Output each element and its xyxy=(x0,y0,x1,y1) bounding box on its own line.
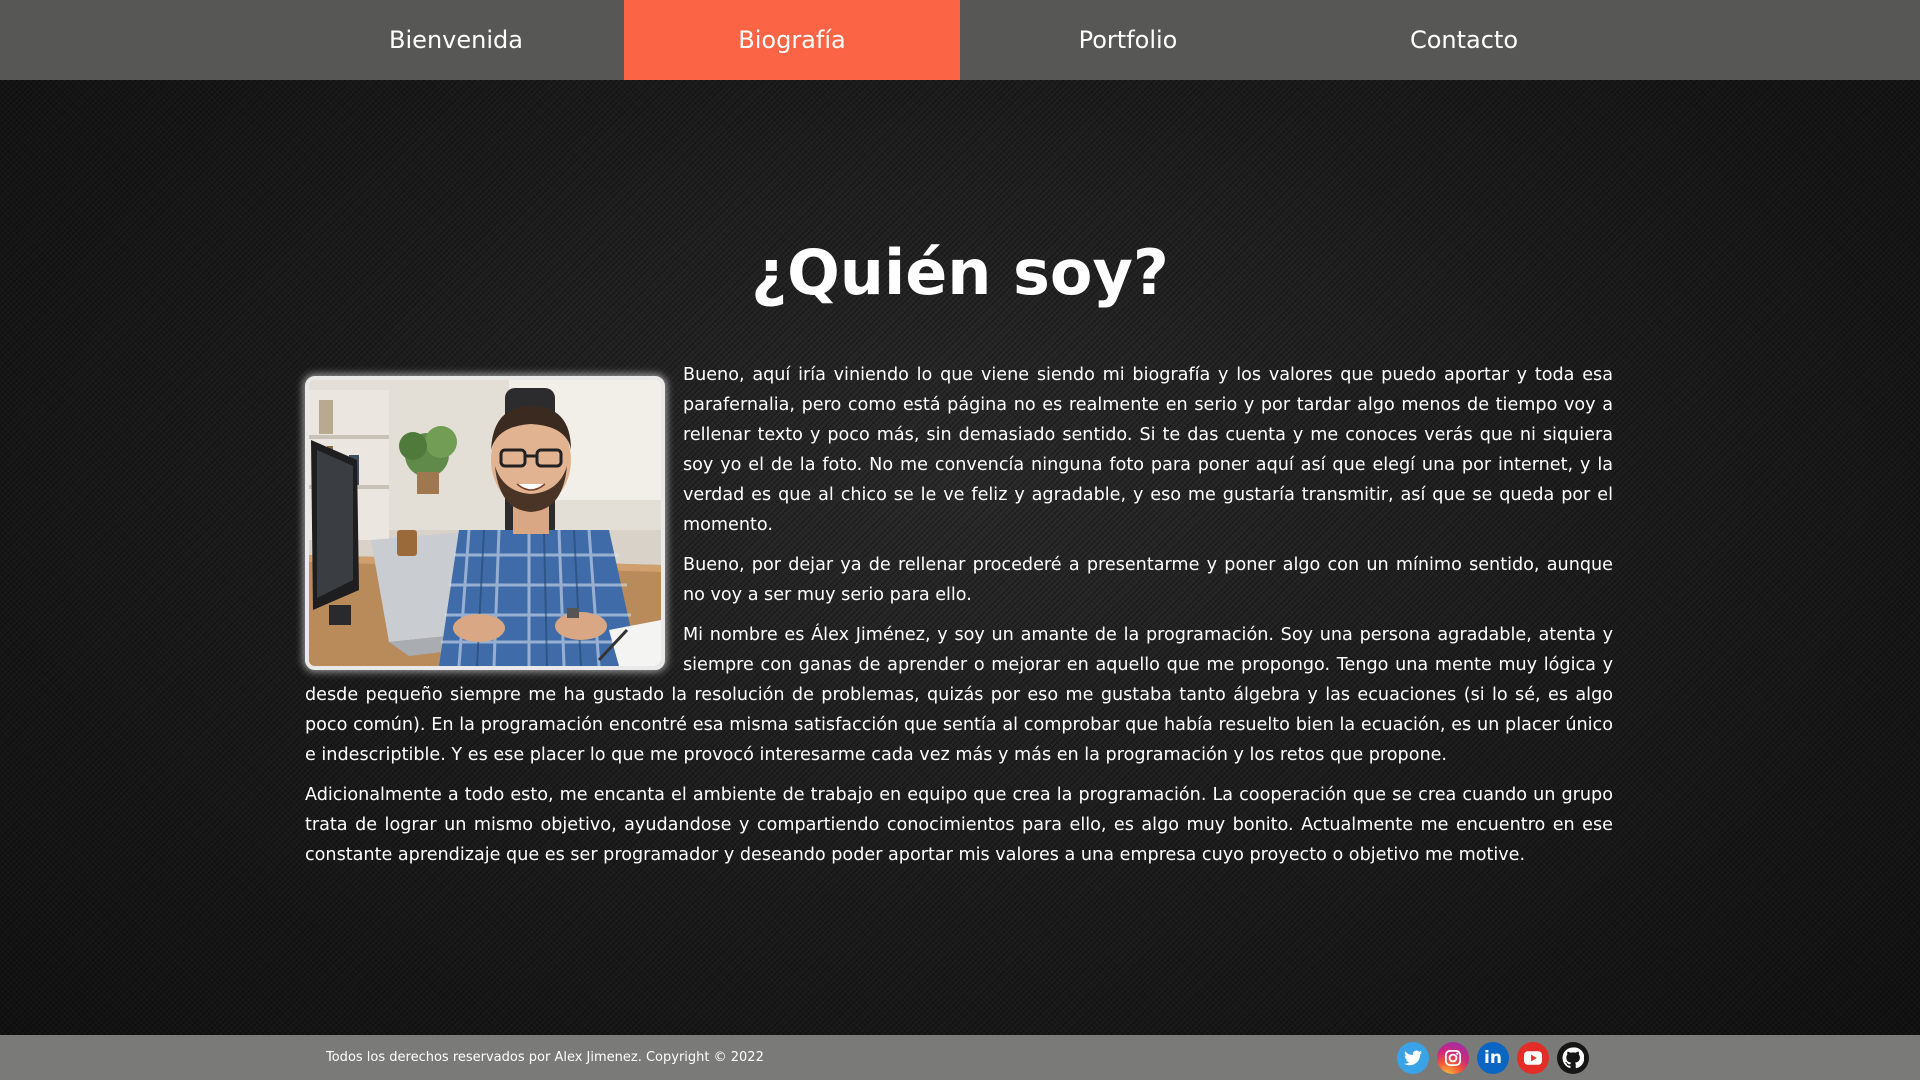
youtube-icon[interactable] xyxy=(1517,1042,1549,1074)
page-title: ¿Quién soy? xyxy=(751,236,1169,309)
profile-photo xyxy=(305,376,665,670)
copyright-text: Todos los derechos reservados por Alex J… xyxy=(326,1050,764,1065)
top-nav: Bienvenida Biografía Portfolio Contacto xyxy=(0,0,1920,80)
biography-content: Bueno, aquí iría viniendo lo que viene s… xyxy=(305,360,1613,880)
footer: Todos los derechos reservados por Alex J… xyxy=(0,1035,1920,1080)
nav-item-label: Bienvenida xyxy=(389,26,523,54)
bio-paragraph-4: Adicionalmente a todo esto, me encanta e… xyxy=(305,785,1613,865)
nav-item-label: Biografía xyxy=(738,26,846,54)
nav-item-label: Contacto xyxy=(1409,26,1519,54)
linkedin-glyph: in xyxy=(1484,1048,1502,1068)
instagram-camera-glyph xyxy=(1444,1049,1462,1067)
github-octocat-glyph xyxy=(1562,1047,1584,1069)
instagram-icon[interactable] xyxy=(1437,1042,1469,1074)
twitter-bird-glyph xyxy=(1404,1050,1422,1066)
nav-item-portfolio[interactable]: Portfolio xyxy=(960,0,1296,80)
twitter-icon[interactable] xyxy=(1397,1042,1429,1074)
youtube-play-glyph xyxy=(1524,1051,1542,1065)
nav-item-biografia[interactable]: Biografía xyxy=(624,0,960,80)
nav-item-bienvenida[interactable]: Bienvenida xyxy=(288,0,624,80)
profile-photo-illustration xyxy=(309,380,661,666)
linkedin-icon[interactable]: in xyxy=(1477,1042,1509,1074)
nav-item-label: Portfolio xyxy=(1078,26,1178,54)
nav-item-contacto[interactable]: Contacto xyxy=(1296,0,1632,80)
github-icon[interactable] xyxy=(1557,1042,1589,1074)
